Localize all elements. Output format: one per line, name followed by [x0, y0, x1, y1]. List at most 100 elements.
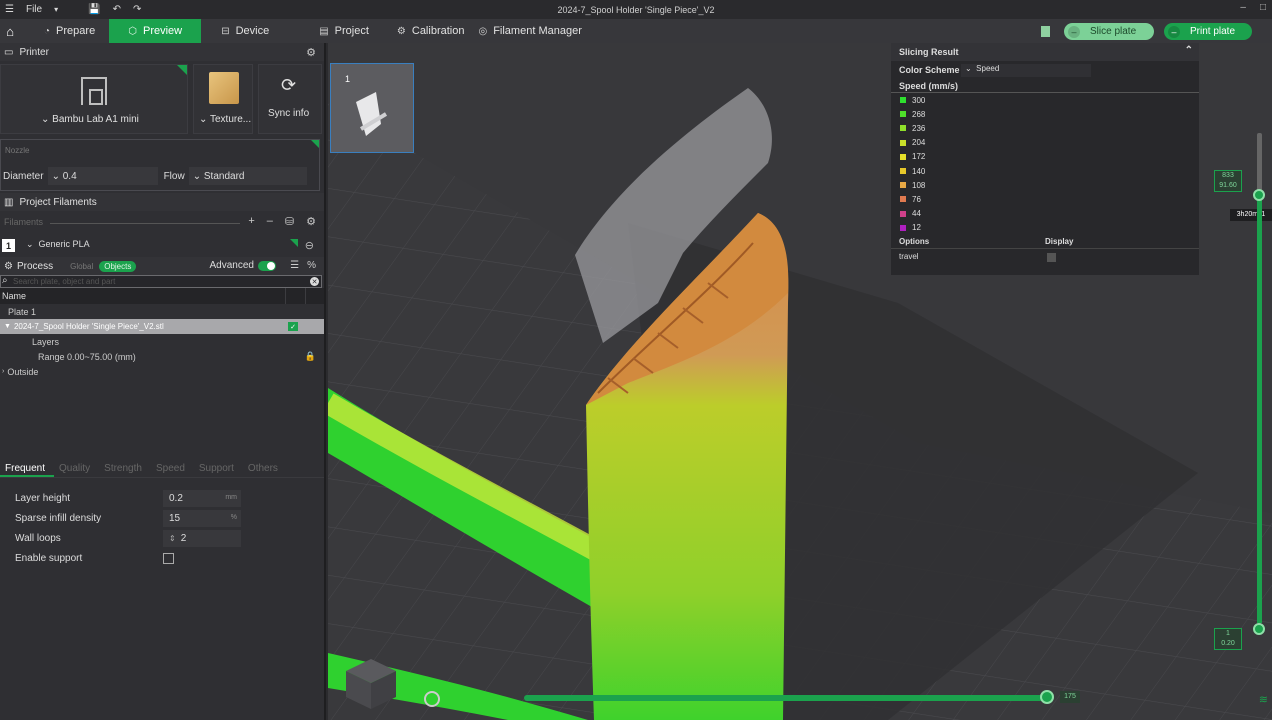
tree-plate-row[interactable]: Plate 1 [0, 304, 324, 319]
search-box[interactable]: ⌕ Search plate, object and part ✕ [0, 275, 322, 288]
tree-outside-row[interactable]: › Outside [0, 364, 324, 379]
sync-info-button[interactable]: ⟳ Sync info [258, 64, 322, 134]
diameter-select[interactable]: ⌄ 0.4 [47, 167, 158, 185]
camera-reset-icon[interactable] [424, 691, 440, 707]
legend-swatch [900, 182, 906, 189]
global-objects-switch[interactable]: Global Objects [67, 260, 137, 272]
layer-top-label: 833 91.60 [1214, 170, 1242, 192]
remove-filament-icon[interactable]: – [267, 215, 273, 228]
move-slider-value: 175 [1060, 691, 1080, 703]
expand-arrow-icon[interactable]: › [2, 368, 4, 375]
tab-calibration[interactable]: ⚙ Calibration [383, 19, 479, 43]
legend-row: 12 [891, 221, 1199, 235]
slice-plate-label: Slice plate [1090, 26, 1137, 37]
layer-slider-top-handle[interactable] [1253, 189, 1265, 201]
move-slider-handle[interactable] [1040, 690, 1054, 704]
filament-settings-icon[interactable]: ⚙ [306, 215, 316, 228]
file-menu[interactable]: File [26, 4, 42, 15]
tab-preview[interactable]: ⬡ Preview [109, 19, 202, 43]
filament-sync-icon[interactable]: ⛁ [285, 215, 294, 228]
legend-row: 300 [891, 93, 1199, 107]
plate-thumbnail[interactable]: 1 [330, 63, 414, 153]
seg-objects[interactable]: Objects [99, 260, 137, 272]
tree-layers-row[interactable]: Layers [0, 334, 324, 349]
plate-texture-selector[interactable]: ⌄ Texture... [193, 64, 253, 134]
viewport-3d[interactable]: 1 Slicing Result ⌃ Color Scheme ⌄ Speed … [328, 43, 1272, 720]
slicing-result-title: Slicing Result [899, 47, 959, 57]
setting-wall-loops: Wall loops ⇕ 2 [0, 529, 324, 549]
home-icon[interactable]: ⌂ [0, 19, 20, 43]
plate-list-icon[interactable] [1041, 26, 1050, 37]
compare-icon[interactable]: ☰ [290, 260, 299, 271]
printer-settings-gear-icon[interactable]: ⚙ [306, 46, 316, 59]
tab-filament-manager[interactable]: ◎ Filament Manager [478, 19, 595, 43]
save-icon[interactable]: 💾 [88, 4, 100, 15]
percent-icon[interactable]: % [307, 260, 316, 271]
slicing-result-panel: Slicing Result ⌃ Color Scheme ⌄ Speed Sp… [891, 43, 1199, 275]
color-scheme-row: Color Scheme ⌄ Speed [891, 61, 1199, 79]
printer-edit-corner-icon[interactable] [177, 65, 187, 75]
nozzle-corner-icon [311, 140, 319, 148]
setting-enable-support: Enable support [0, 549, 324, 569]
collapse-arrow-icon[interactable]: ▼ [4, 323, 11, 330]
slice-plate-button[interactable]: – Slice plate [1064, 23, 1154, 40]
filament-select[interactable]: ⌄ Generic PLA [22, 239, 298, 253]
tab-frequent[interactable]: Frequent [0, 460, 55, 477]
view-cube[interactable] [342, 655, 400, 713]
enable-support-checkbox[interactable] [163, 553, 174, 564]
nozzle-row: Diameter ⌄ 0.4 Flow ⌄ Standard [3, 167, 307, 185]
printer-selector[interactable]: ⌄ Bambu Lab A1 mini [0, 64, 188, 134]
color-scheme-select[interactable]: ⌄ Speed [961, 64, 1091, 77]
advanced-toggle[interactable] [258, 260, 276, 271]
move-slider[interactable] [524, 695, 1047, 701]
stepper-icon[interactable]: ⇕ [169, 534, 176, 543]
lock-icon[interactable]: 🔒 [305, 351, 316, 362]
minimize-icon[interactable]: – [1240, 2, 1246, 13]
tree-object-row[interactable]: ▼ 2024-7_Spool Holder 'Single Piece'_V2.… [0, 319, 324, 334]
texture-label: ⌄ Texture... [199, 114, 252, 125]
travel-display-checkbox[interactable] [1047, 252, 1056, 262]
printer-row: ⌄ Bambu Lab A1 mini ⌄ Texture... ⟳ Sync … [0, 61, 324, 139]
tab-device[interactable]: ⊟ Device [207, 19, 283, 43]
undo-icon[interactable]: ↶ [113, 4, 121, 15]
hamburger-menu-icon[interactable]: ☰ [5, 4, 14, 15]
dropdown-chevron-icon[interactable]: ▾ [54, 5, 58, 14]
texture-swatch [209, 72, 239, 104]
object-visible-check-icon[interactable]: ✓ [288, 322, 298, 331]
legend-row: 108 [891, 178, 1199, 192]
legend-value: 268 [912, 109, 926, 119]
tree-range-row[interactable]: Range 0.00~75.00 (mm) 🔒 [0, 349, 324, 364]
project-filaments-header: ▥ Project Filaments [0, 193, 324, 211]
clear-search-icon[interactable]: ✕ [310, 277, 319, 286]
filament-color-corner-icon[interactable] [290, 239, 298, 247]
tab-others[interactable]: Others [243, 460, 287, 477]
legend-row: 204 [891, 136, 1199, 150]
layers-view-icon[interactable]: ≋ [1259, 693, 1268, 706]
tab-quality[interactable]: Quality [54, 460, 99, 477]
legend-value: 204 [912, 138, 926, 148]
maximize-icon[interactable]: □ [1260, 2, 1266, 13]
search-icon: ⌕ [2, 275, 8, 286]
tab-prepare[interactable]: ◔ Prepare [30, 19, 109, 43]
layer-slider-bottom-handle[interactable] [1253, 623, 1265, 635]
tab-speed[interactable]: Speed [151, 460, 194, 477]
seg-global[interactable]: Global [67, 261, 96, 272]
print-dropdown-icon[interactable]: – [1168, 25, 1180, 38]
add-filament-icon[interactable]: + [248, 215, 254, 228]
flow-select[interactable]: ⌄ Standard [188, 167, 307, 185]
infill-density-input[interactable]: 15% [163, 510, 241, 527]
print-plate-button[interactable]: – Print plate [1164, 23, 1252, 40]
printer-section-icon: ▭ [4, 46, 14, 58]
layer-slider[interactable] [1253, 133, 1265, 718]
collapse-panel-icon[interactable]: ⌃ [1185, 45, 1193, 56]
slice-dropdown-icon[interactable]: – [1068, 25, 1080, 38]
filament-edit-icon[interactable]: ⊖ [305, 239, 314, 252]
layer-height-input[interactable]: 0.2 mm [163, 490, 241, 507]
tab-support[interactable]: Support [194, 460, 243, 477]
legend-swatch [900, 168, 906, 175]
tab-strength[interactable]: Strength [99, 460, 151, 477]
tab-project[interactable]: ▤ Project [305, 19, 383, 43]
estimated-time: 3h20m11 [1230, 209, 1272, 221]
redo-icon[interactable]: ↷ [133, 4, 141, 15]
wall-loops-input[interactable]: ⇕ 2 [163, 530, 241, 547]
